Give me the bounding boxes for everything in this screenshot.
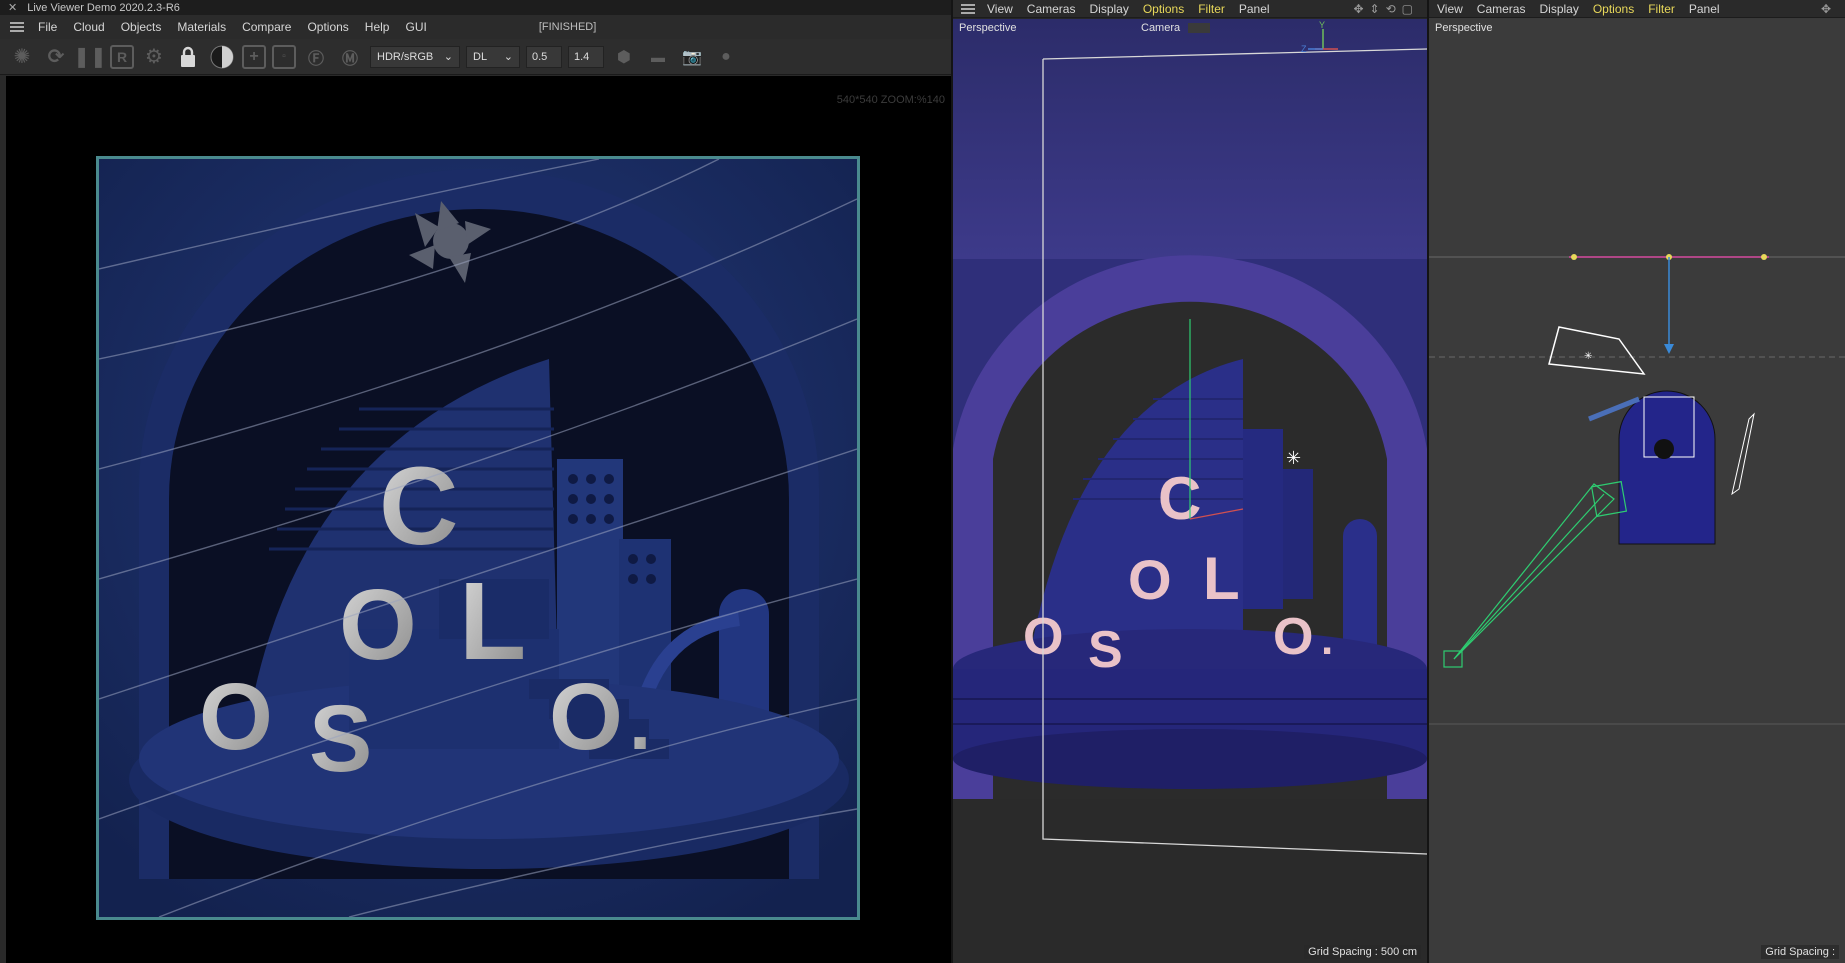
menu-objects[interactable]: Objects [121, 20, 162, 34]
letter-l: L [1203, 545, 1240, 612]
value-a: 0.5 [532, 50, 548, 63]
menu-options[interactable]: Options [1593, 2, 1634, 16]
viewport-scene-svg: C O L O S O . Y Z ✳ [953, 19, 1427, 963]
viewport-nav-icons[interactable]: ✥⇕⟲▢ [1353, 2, 1419, 16]
grid-spacing-label: Grid Spacing : [1761, 945, 1839, 959]
hamburger-menu-icon[interactable] [961, 3, 975, 14]
octane-logo-icon[interactable]: ✺ [8, 43, 36, 71]
viewport-label: Perspective [1435, 22, 1493, 34]
letter-c: C [1158, 465, 1201, 532]
region-render-icon[interactable]: R [110, 44, 134, 69]
grid-spacing-label: Grid Spacing : 500 cm [1304, 945, 1421, 959]
menu-view[interactable]: View [1437, 2, 1463, 16]
menu-cloud[interactable]: Cloud [73, 20, 104, 34]
color-space-select[interactable]: HDR/sRGB ⌄ [370, 45, 460, 68]
menu-materials[interactable]: Materials [177, 20, 226, 34]
letter-dot: . [629, 677, 651, 766]
menu-file[interactable]: File [38, 20, 57, 34]
camera-snapshot-icon[interactable]: 📷 [678, 43, 706, 71]
letter-o2: O [199, 664, 273, 770]
axis-y-label: Y [1319, 20, 1325, 30]
menu-view[interactable]: View [987, 2, 1013, 16]
letter-o1: O [1128, 548, 1172, 611]
window-title: Live Viewer Demo 2020.2.3-R6 [27, 1, 180, 14]
render-status: [FINISHED] [538, 21, 597, 33]
pause-icon[interactable]: ❚❚ [73, 43, 107, 71]
editor-scene-svg: ✳ [1429, 19, 1845, 963]
menu-display[interactable]: Display [1089, 2, 1128, 16]
rendered-image[interactable]: C O L O S O . [96, 156, 860, 920]
menu-cameras[interactable]: Cameras [1027, 2, 1076, 16]
add-region-icon[interactable]: + [242, 44, 266, 69]
letter-c: C [379, 445, 458, 568]
menu-display[interactable]: Display [1539, 2, 1578, 16]
close-icon[interactable]: ✕ [8, 1, 17, 14]
film-region-icon[interactable]: ▫ [272, 44, 296, 69]
letter-s: S [1088, 621, 1123, 679]
kernel-select[interactable]: DL ⌄ [466, 45, 520, 68]
menu-options[interactable]: Options [307, 20, 348, 34]
camera-label: Camera [1141, 22, 1181, 34]
color-space-value: HDR/sRGB [377, 50, 434, 63]
film-icon[interactable]: ▬ [644, 43, 672, 71]
kernel-value: DL [473, 50, 488, 63]
restart-render-icon[interactable]: ⟳ [42, 43, 70, 71]
focus-pick-icon[interactable]: Ⓕ [302, 43, 330, 71]
letter-s: S [309, 686, 372, 792]
letter-o1: O [339, 569, 417, 681]
globe-icon[interactable]: ● [712, 43, 740, 71]
chevron-down-icon: ⌄ [503, 51, 513, 63]
live-viewer-toolbar: ✺ ⟳ ❚❚ R ⚙ + ▫ Ⓕ Ⓜ HDR/sRGB ⌄ DL ⌄ 0.5 1… [0, 39, 951, 75]
chevron-down-icon: ⌄ [443, 51, 453, 63]
hamburger-menu-icon[interactable] [10, 22, 24, 32]
viewport-menubar: View Cameras Display Options Filter Pane… [953, 0, 1427, 18]
light-icon[interactable]: ✳ [1286, 448, 1301, 468]
value-b: 1.4 [574, 50, 590, 63]
letter-o3: O [549, 664, 623, 770]
value-b-stepper[interactable]: 1.4 [568, 45, 604, 68]
menu-gui[interactable]: GUI [405, 20, 426, 34]
clay-mode-icon[interactable]: ⬢ [610, 43, 638, 71]
value-a-stepper[interactable]: 0.5 [526, 45, 562, 68]
perspective-viewport-editor[interactable]: View Cameras Display Options Filter Pane… [1429, 0, 1845, 963]
material-pick-icon[interactable]: Ⓜ [336, 43, 364, 71]
menu-filter[interactable]: Filter [1198, 2, 1225, 16]
menu-cameras[interactable]: Cameras [1477, 2, 1526, 16]
settings-gear-icon[interactable]: ⚙ [140, 43, 168, 71]
menu-compare[interactable]: Compare [242, 20, 291, 34]
letter-dot: . [1321, 615, 1333, 664]
perspective-viewport-camera[interactable]: View Cameras Display Options Filter Pane… [953, 0, 1427, 963]
svg-text:✳: ✳ [1584, 351, 1592, 362]
live-viewer-menubar: File Cloud Objects Materials Compare Opt… [0, 15, 951, 39]
move-view-icon[interactable]: ✥ [1821, 2, 1837, 16]
menu-options[interactable]: Options [1143, 2, 1184, 16]
render-area[interactable]: 540*540 ZOOM:%140 C O L O S O . [6, 76, 951, 963]
rendered-scene-svg: C O L O S O . [99, 159, 857, 917]
menu-panel[interactable]: Panel [1239, 2, 1270, 16]
zoom-info: 540*540 ZOOM:%140 [836, 94, 945, 106]
viewport-label: Perspective [959, 22, 1017, 34]
letter-o3: O [1273, 608, 1313, 666]
live-viewer-window: ✕ Live Viewer Demo 2020.2.3-R6 File Clou… [0, 0, 951, 963]
lock-icon[interactable] [174, 43, 202, 71]
material-sphere-icon[interactable] [208, 43, 236, 71]
camera-chip[interactable] [1188, 23, 1210, 33]
menu-help[interactable]: Help [365, 20, 390, 34]
menu-panel[interactable]: Panel [1689, 2, 1720, 16]
letter-l: L [459, 560, 526, 683]
viewport-menubar: View Cameras Display Options Filter Pane… [1429, 0, 1845, 18]
axis-z-label: Z [1301, 44, 1307, 54]
scene-object-block[interactable] [1618, 390, 1716, 545]
menu-filter[interactable]: Filter [1648, 2, 1675, 16]
live-viewer-titlebar: ✕ Live Viewer Demo 2020.2.3-R6 [0, 0, 951, 15]
